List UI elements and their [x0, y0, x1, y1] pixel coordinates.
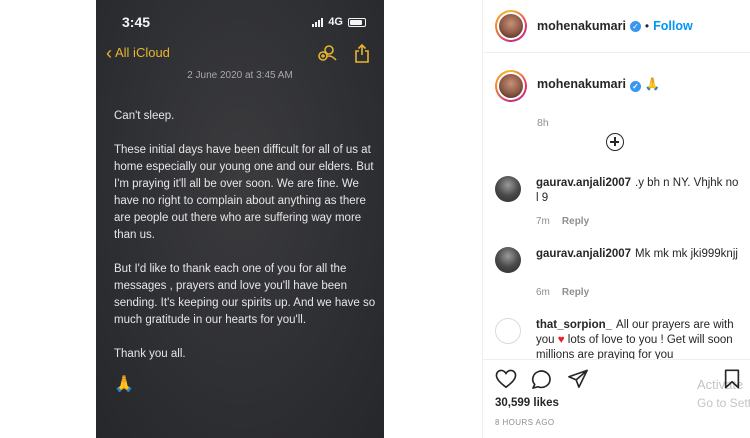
phone-status-bar: 3:45 4G — [96, 0, 384, 40]
note-paragraph: Thank you all. — [114, 348, 186, 360]
battery-icon — [348, 17, 366, 27]
notes-nav-icons — [318, 44, 370, 63]
reply-button[interactable]: Reply — [562, 287, 589, 298]
network-label: 4G — [328, 16, 343, 28]
back-link: ‹ All iCloud — [106, 42, 170, 63]
comment-time: 7m — [536, 216, 550, 227]
comment-time: 6m — [536, 287, 550, 298]
post-image[interactable]: 3:45 4G ‹ All iCloud 2 June 2020 at 3:45… — [96, 0, 384, 438]
comment-text: gaurav.anjali2007 .y bh n NY. Vhjhk no l … — [536, 176, 741, 206]
instagram-post-view: 3:45 4G ‹ All iCloud 2 June 2020 at 3:45… — [0, 0, 750, 438]
action-icons — [495, 369, 589, 394]
bookmark-icon[interactable] — [723, 369, 741, 394]
comment-avatar[interactable] — [495, 318, 521, 344]
comment-avatar[interactable] — [495, 176, 521, 202]
status-indicators: 4G — [312, 16, 366, 28]
post-side-panel: mohenakumari ✓ • Follow mohenakumari ✓ 🙏 8… — [482, 0, 750, 438]
back-label: All iCloud — [115, 45, 170, 60]
chevron-left-icon: ‹ — [106, 42, 112, 63]
note-body: Can't sleep. These initial days have bee… — [114, 108, 376, 380]
note-paragraph: But I'd like to thank each one of you fo… — [114, 263, 376, 326]
avatar[interactable] — [495, 10, 527, 42]
note-date: 2 June 2020 at 3:45 AM — [187, 70, 293, 81]
separator-dot: • — [644, 19, 650, 33]
share-note-icon — [354, 44, 370, 63]
caption-username[interactable]: mohenakumari — [537, 77, 626, 91]
note-paragraph: Can't sleep. — [114, 110, 175, 122]
comment-meta: 6m Reply — [536, 287, 601, 298]
comment-username[interactable]: that_sorpion_ — [536, 319, 612, 331]
comments-list[interactable]: mohenakumari ✓ 🙏 8h gaurav.anjali2007 .y bh… — [483, 54, 750, 359]
notes-nav-bar: ‹ All iCloud — [96, 40, 384, 70]
comment-avatar[interactable] — [495, 247, 521, 273]
comment-icon[interactable] — [531, 369, 553, 394]
comment-text: gaurav.anjali2007 Mk mk mk jki999knjj — [536, 247, 741, 262]
comment-username[interactable]: gaurav.anjali2007 — [536, 248, 631, 260]
comment-text: that_sorpion_ All our prayers are with yo… — [536, 318, 741, 359]
reply-button[interactable]: Reply — [562, 216, 589, 227]
note-paragraph: These initial days have been difficult f… — [114, 144, 374, 241]
comment-body: lots of love to you ! Get will soon — [567, 334, 733, 346]
load-more-comments-icon[interactable] — [606, 133, 624, 151]
caption-line: mohenakumari ✓ 🙏 — [537, 77, 661, 92]
comment-body: Mk mk mk jki999knjj — [635, 248, 738, 260]
caption-avatar[interactable] — [495, 70, 527, 102]
post-actions: Activate Go to Sett 30,599 likes 8 HOURS… — [483, 359, 750, 438]
status-time: 3:45 — [122, 14, 151, 30]
add-people-icon — [318, 44, 338, 63]
heart-emoji: ♥ — [557, 334, 565, 346]
pray-emoji: 🙏 — [114, 376, 134, 393]
share-icon[interactable] — [567, 369, 589, 394]
post-time-ago: 8 HOURS AGO — [495, 418, 555, 427]
heart-icon[interactable] — [495, 369, 517, 394]
caption-emoji: 🙏 — [644, 77, 661, 91]
verified-icon: ✓ — [629, 81, 641, 92]
follow-button[interactable]: Follow — [653, 19, 693, 33]
comment-meta: 7m Reply — [536, 216, 601, 227]
comment-username[interactable]: gaurav.anjali2007 — [536, 177, 631, 189]
watermark-line: Go to Sett — [697, 396, 750, 410]
likes-count[interactable]: 30,599 likes — [495, 397, 559, 409]
caption-time: 8h — [537, 117, 549, 129]
signal-icon — [312, 17, 324, 27]
comment-body: millions are praying for you — [536, 349, 674, 359]
post-header: mohenakumari ✓ • Follow — [483, 0, 750, 53]
verified-icon: ✓ — [629, 20, 641, 32]
header-username[interactable]: mohenakumari — [537, 19, 626, 33]
